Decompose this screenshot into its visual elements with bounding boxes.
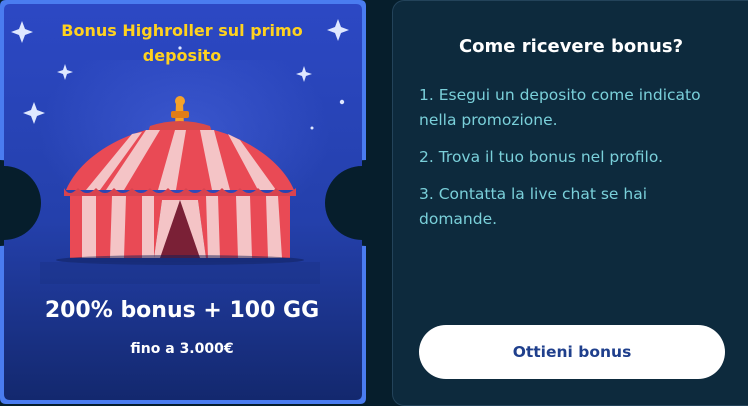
how-to-title: Come ricevere bonus? <box>458 36 684 57</box>
promo-cap: fino a 3.000€ <box>130 341 234 357</box>
step-item: 1. Esegui un deposito come indicato nell… <box>419 86 701 129</box>
promo-offer: 200% bonus + 100 GG <box>44 298 320 323</box>
step-item: 3. Contatta la live chat se hai domande. <box>419 185 647 228</box>
how-to-panel: Come ricevere bonus? 1. Esegui un deposi… <box>392 0 748 406</box>
promo-title: Bonus Highroller sul primo deposito <box>61 21 303 65</box>
step-item: 2. Trova il tuo bonus nel profilo. <box>419 148 663 166</box>
get-bonus-button[interactable]: Ottieni bonus <box>419 325 725 379</box>
promo-card: Bonus Highroller sul primo deposito 200%… <box>0 0 370 406</box>
steps-list: 1. Esegui un deposito come indicato nell… <box>419 83 709 244</box>
